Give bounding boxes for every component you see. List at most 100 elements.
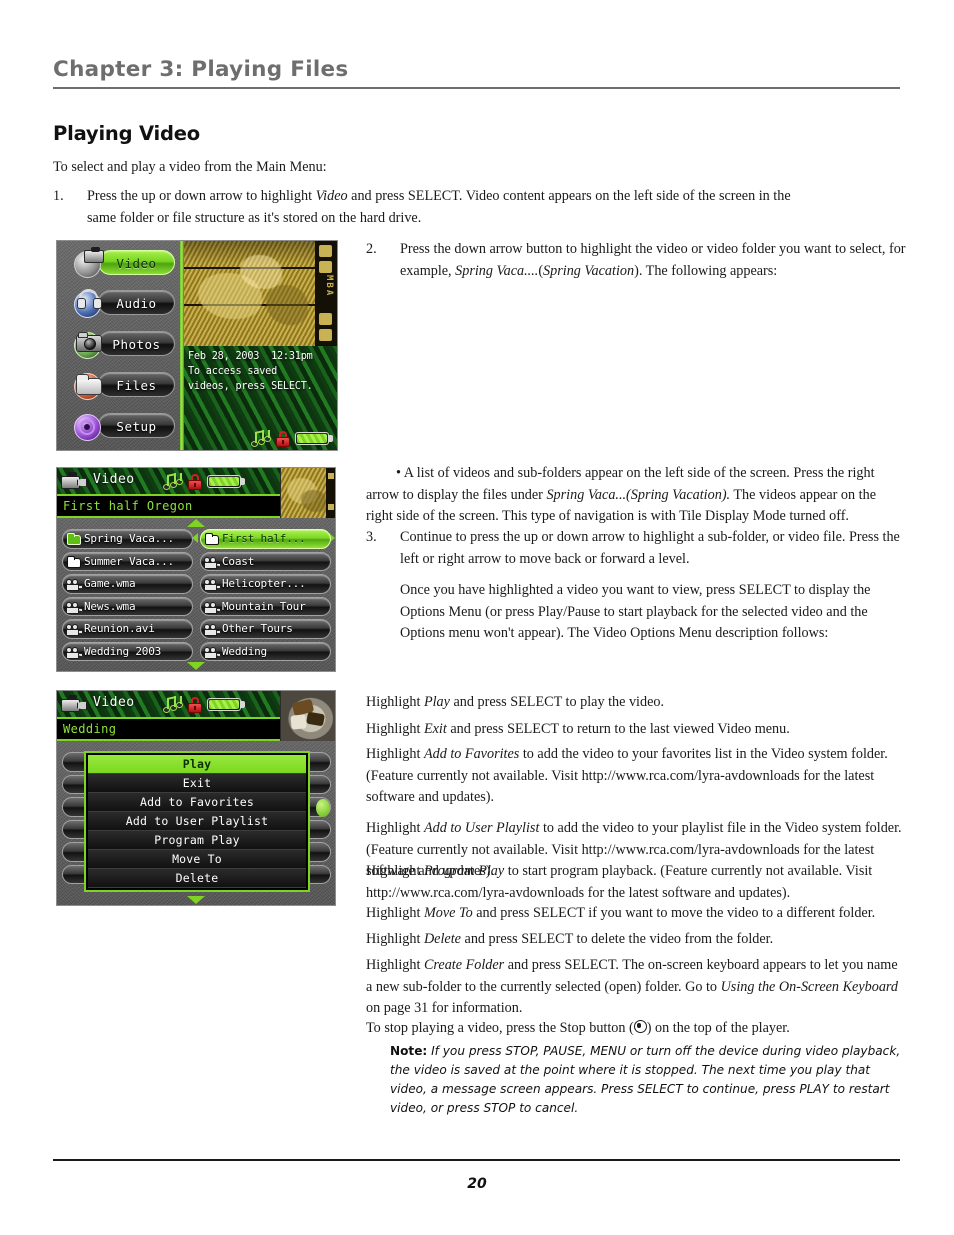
list-item-label: Other Tours (222, 622, 293, 635)
description-play: Highlight Play and press SELECT to play … (366, 694, 665, 710)
list-item-label: Reunion.avi (84, 622, 155, 635)
device-screenshot-main-menu: Video Audio Photos Files Setup MBA Feb 2… (56, 240, 338, 451)
camera-icon (71, 328, 107, 359)
music-note-icon (251, 430, 271, 447)
stop-button-icon (633, 1020, 647, 1033)
lock-icon (188, 473, 202, 490)
description-stop-button: To stop playing a video, press the Stop … (366, 1020, 790, 1036)
file-list-right-column: First half... Coast Helicopter... Mounta… (200, 529, 331, 664)
file-list-left-column: Spring Vaca... Summer Vaca... Game.wma N… (62, 529, 193, 664)
note-block: Note: If you press STOP, PAUSE, MENU or … (390, 1042, 906, 1118)
list-item[interactable]: Helicopter... (200, 574, 331, 594)
list-item[interactable]: Coast (200, 551, 331, 571)
film-label: MBA (324, 275, 334, 298)
device-screenshot-file-browser: Video First half Oregon Spring Vaca... S… (56, 467, 336, 672)
note-text: If you press STOP, PAUSE, MENU or turn o… (390, 1044, 901, 1116)
step-2: 2. Press the down arrow button to highli… (366, 239, 906, 282)
list-item-label: Summer Vaca... (84, 554, 174, 568)
movie-icon (204, 555, 221, 569)
folder-closed-icon (204, 532, 220, 546)
menu-item-photos[interactable]: Photos (71, 328, 175, 359)
option-delete[interactable]: Delete (88, 869, 306, 888)
list-item[interactable]: Game.wma (62, 574, 193, 594)
list-item[interactable]: Mountain Tour (200, 596, 331, 616)
chapter-title: Chapter 3: Playing Files (53, 57, 349, 82)
step-3-paragraph-2: Once you have highlighted a video you wa… (400, 582, 871, 642)
status-bar (163, 696, 245, 713)
menu-item-setup[interactable]: Setup (71, 410, 175, 441)
device-screenshot-options-menu: Video Wedding Play Exit Add to Favorites… (56, 690, 336, 906)
scroll-up-arrow-icon[interactable] (187, 519, 205, 527)
list-item[interactable]: First half... (200, 529, 331, 549)
list-item-label: Spring Vaca... (84, 532, 174, 545)
menu-item-video[interactable]: Video (71, 247, 175, 278)
list-item[interactable]: Summer Vaca... (62, 551, 193, 571)
menu-item-files-label: Files (98, 372, 175, 397)
options-menu: Play Exit Add to Favorites Add to User P… (84, 751, 310, 892)
menu-item-audio[interactable]: Audio (71, 287, 175, 318)
info-line-2: To access saved (188, 366, 278, 377)
option-program-play[interactable]: Program Play (88, 831, 306, 850)
info-line-datetime: Feb 28, 2003 12:31pm (188, 351, 313, 362)
page-number: 20 (467, 1176, 487, 1192)
option-add-to-user-playlist[interactable]: Add to User Playlist (88, 812, 306, 831)
lock-icon (276, 430, 290, 447)
status-info-panel: Feb 28, 2003 12:31pm To access saved vid… (184, 346, 337, 450)
movie-icon (204, 645, 221, 659)
movie-icon (204, 600, 221, 614)
movie-icon (204, 622, 221, 636)
folder-closed-icon (66, 555, 82, 569)
movie-icon (204, 577, 221, 591)
scroll-down-arrow-icon[interactable] (187, 896, 205, 904)
movie-icon (66, 622, 83, 636)
battery-icon (207, 698, 245, 711)
list-item[interactable]: Other Tours (200, 619, 331, 639)
scrollbar-thumb[interactable] (316, 799, 330, 817)
breadcrumb-label: Wedding (63, 722, 117, 736)
battery-icon (207, 475, 245, 488)
list-item-label: Helicopter... (222, 577, 306, 590)
headphones-icon (71, 287, 107, 318)
menu-item-photos-label: Photos (98, 331, 175, 356)
camcorder-icon (61, 472, 87, 490)
list-item-label: News.wma (84, 599, 136, 613)
intro-text: To select and play a video from the Main… (53, 159, 327, 175)
step-1-text: Press the up or down arrow to highlight … (87, 188, 791, 226)
camcorder-icon (61, 695, 87, 713)
list-item[interactable]: Wedding 2003 (62, 641, 193, 661)
main-menu-list: Video Audio Photos Files Setup (57, 241, 180, 450)
step-3: 3. Continue to press the up or down arro… (366, 527, 906, 570)
list-item[interactable]: Spring Vaca... (62, 529, 193, 549)
battery-icon (295, 432, 333, 445)
list-item[interactable]: Wedding (200, 641, 331, 661)
description-delete: Highlight Delete and press SELECT to del… (366, 931, 774, 947)
movie-icon (66, 600, 83, 614)
list-item[interactable]: News.wma (62, 596, 193, 616)
step-3-text: Continue to press the up or down arrow t… (400, 529, 900, 567)
description-move-to: Highlight Move To and press SELECT if yo… (366, 905, 876, 921)
info-line-3: videos, press SELECT. (188, 381, 313, 392)
option-play[interactable]: Play (88, 755, 306, 774)
list-item-label: Game.wma (84, 577, 136, 590)
video-thumbnail: MBA (184, 241, 337, 346)
option-exit[interactable]: Exit (88, 774, 306, 793)
step-1-number: 1. (53, 188, 64, 204)
gear-icon (71, 410, 107, 441)
footer-divider (53, 1159, 900, 1161)
list-item-label: Mountain Tour (222, 599, 306, 613)
movie-icon (66, 577, 83, 591)
menu-item-files[interactable]: Files (71, 369, 175, 400)
description-add-to-favorites: Highlight Add to Favorites to add the vi… (366, 746, 888, 806)
bullet-paragraph: • A list of videos and sub-folders appea… (366, 465, 876, 525)
status-bar (251, 430, 333, 447)
list-item-label: First half... (222, 532, 306, 545)
step-2-text: Press the down arrow button to highlight… (400, 241, 906, 279)
description-exit: Highlight Exit and press SELECT to retur… (366, 721, 790, 737)
list-item[interactable]: Reunion.avi (62, 619, 193, 639)
option-move-to[interactable]: Move To (88, 850, 306, 869)
list-item-label: Wedding (222, 644, 267, 658)
header-divider (53, 86, 900, 90)
option-add-to-favorites[interactable]: Add to Favorites (88, 793, 306, 812)
music-note-icon (163, 696, 183, 713)
folder-icon (71, 369, 107, 400)
